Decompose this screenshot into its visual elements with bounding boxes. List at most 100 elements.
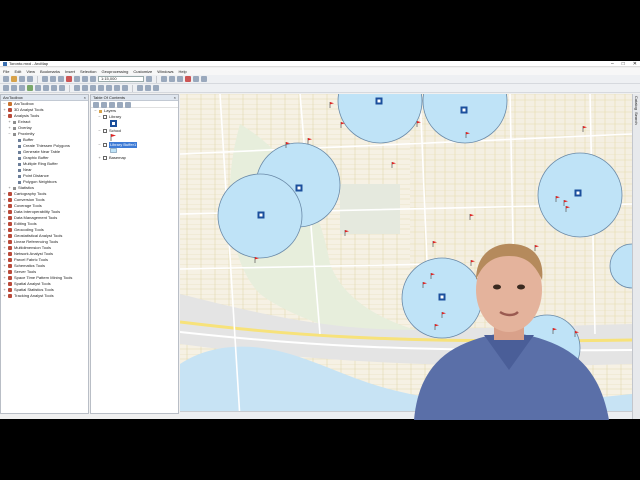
tools-toolbar: [0, 84, 640, 93]
collapse-icon[interactable]: −: [98, 114, 101, 120]
toolbox-icon: [8, 264, 12, 268]
new-document-icon[interactable]: [3, 76, 9, 82]
select-features-icon[interactable]: [74, 85, 80, 91]
menu-windows[interactable]: Windows: [157, 69, 173, 74]
hammer-icon: [18, 144, 21, 148]
library-icon[interactable]: [295, 184, 303, 192]
draw-text-icon[interactable]: [145, 85, 151, 91]
draw-tool-icon[interactable]: [137, 85, 143, 91]
select-elements-icon[interactable]: [90, 85, 96, 91]
georeference-icon[interactable]: [153, 85, 159, 91]
toolbox-item[interactable]: + Tracking Analyst Tools: [1, 293, 88, 299]
close-icon[interactable]: ×: [84, 95, 86, 101]
menu-bookmarks[interactable]: Bookmarks: [40, 69, 60, 74]
copy-icon[interactable]: [50, 76, 56, 82]
collapse-icon[interactable]: −: [94, 108, 97, 114]
pan-icon[interactable]: [19, 85, 25, 91]
open-folder-icon[interactable]: [11, 76, 17, 82]
close-icon[interactable]: ×: [174, 95, 176, 101]
catalog-tab[interactable]: Catalog: [634, 96, 639, 110]
add-data-icon[interactable]: [90, 76, 96, 82]
delete-icon[interactable]: [66, 76, 72, 82]
library-icon[interactable]: [257, 211, 265, 219]
toolbox-icon: [8, 228, 12, 232]
map-scale-input[interactable]: 1:15,000: [98, 76, 144, 82]
fixed-zoom-out-icon[interactable]: [43, 85, 49, 91]
print-icon[interactable]: [27, 76, 33, 82]
layer-visibility-checkbox[interactable]: [103, 129, 107, 133]
redo-icon[interactable]: [82, 76, 88, 82]
close-button[interactable]: ✕: [633, 61, 637, 67]
arctoolbox-icon[interactable]: [185, 76, 191, 82]
clear-selection-icon[interactable]: [82, 85, 88, 91]
expand-icon[interactable]: +: [8, 185, 11, 191]
table-of-contents-icon[interactable]: [161, 76, 167, 82]
collapse-icon[interactable]: −: [98, 142, 101, 148]
toolset-icon: [13, 132, 16, 136]
maximize-button[interactable]: □: [622, 61, 625, 67]
search-tab[interactable]: Search: [634, 112, 639, 125]
toolbox-icon: [8, 282, 12, 286]
menu-help[interactable]: Help: [179, 69, 187, 74]
paste-icon[interactable]: [58, 76, 64, 82]
toolbar-divider: [132, 84, 133, 92]
table-of-contents-panel: Table Of Contents × − Layers − Library −…: [90, 94, 179, 414]
right-dock-strip: Catalog Search: [632, 94, 640, 419]
menu-edit[interactable]: Edit: [14, 69, 21, 74]
layer-visibility-checkbox[interactable]: [103, 143, 107, 147]
identify-icon[interactable]: [98, 85, 104, 91]
menu-view[interactable]: View: [26, 69, 35, 74]
presenter-eye: [517, 284, 525, 290]
arctoolbox-title-bar: ArcToolbox ×: [1, 95, 88, 101]
menu-geoprocessing[interactable]: Geoprocessing: [101, 69, 128, 74]
undo-icon[interactable]: [74, 76, 80, 82]
modelbuilder-icon[interactable]: [201, 76, 207, 82]
toolbox-icon: [8, 216, 12, 220]
zoom-in-icon[interactable]: [3, 85, 9, 91]
cut-icon[interactable]: [42, 76, 48, 82]
layer-visibility-checkbox[interactable]: [103, 156, 107, 160]
search-window-icon[interactable]: [177, 76, 183, 82]
toc-options-icon[interactable]: [125, 102, 131, 108]
measure-icon[interactable]: [114, 85, 120, 91]
library-icon[interactable]: [460, 106, 468, 114]
window-title: Toronto.mxd - ArcMap: [9, 61, 49, 66]
toolbox-icon: [8, 270, 12, 274]
library-icon[interactable]: [375, 97, 383, 105]
forward-extent-icon[interactable]: [59, 85, 65, 91]
layer-visibility-checkbox[interactable]: [103, 115, 107, 119]
menu-file[interactable]: File: [3, 69, 9, 74]
toolbox-icon: [8, 276, 12, 280]
menu-insert[interactable]: Insert: [65, 69, 75, 74]
menu-selection[interactable]: Selection: [80, 69, 96, 74]
toolbox-item-label: Tracking Analyst Tools: [14, 293, 54, 298]
zoom-out-icon[interactable]: [11, 85, 17, 91]
arctoolbox-icon: [8, 102, 12, 106]
full-extent-icon[interactable]: [27, 85, 33, 91]
collapse-icon[interactable]: −: [98, 128, 101, 134]
toolbox-icon: [8, 240, 12, 244]
list-by-selection-icon[interactable]: [117, 102, 123, 108]
catalog-window-icon[interactable]: [169, 76, 175, 82]
minimize-button[interactable]: –: [611, 61, 614, 67]
editor-toolbar-icon[interactable]: [146, 76, 152, 82]
flag-icon: [110, 134, 116, 141]
toc-layer-basemap[interactable]: + Basemap: [94, 155, 178, 161]
find-icon[interactable]: [106, 85, 112, 91]
save-icon[interactable]: [19, 76, 25, 82]
hyperlink-icon[interactable]: [122, 85, 128, 91]
expand-icon[interactable]: +: [98, 155, 101, 161]
menu-customize[interactable]: Customize: [133, 69, 152, 74]
toolbox-icon: [8, 246, 12, 250]
collapse-icon[interactable]: −: [8, 131, 11, 137]
expand-icon[interactable]: +: [3, 293, 6, 299]
presenter-video-overlay: [414, 243, 609, 420]
collapse-icon[interactable]: −: [3, 113, 6, 119]
hammer-icon: [18, 156, 21, 160]
back-extent-icon[interactable]: [51, 85, 57, 91]
python-window-icon[interactable]: [193, 76, 199, 82]
fixed-zoom-in-icon[interactable]: [35, 85, 41, 91]
toc-toolbar: [91, 101, 178, 108]
library-icon[interactable]: [574, 189, 582, 197]
toolbox-icon: [8, 198, 12, 202]
